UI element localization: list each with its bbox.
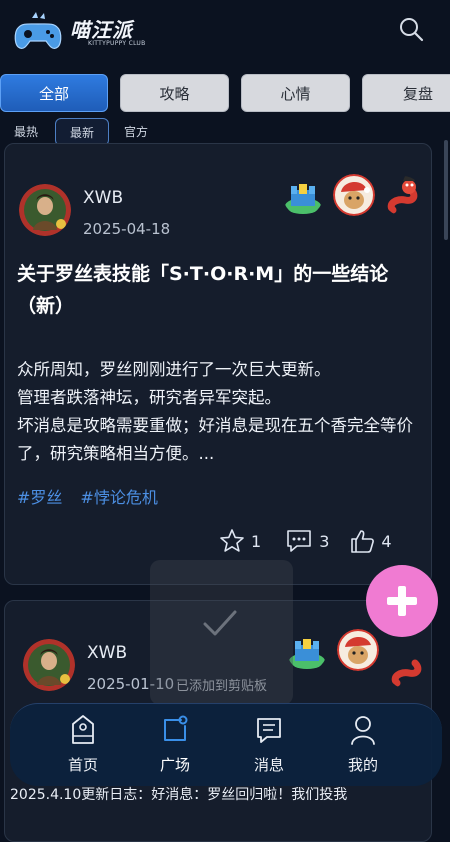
bottom-nav: 首页 广场 消息 我的 xyxy=(10,703,442,786)
castle-badge-icon xyxy=(289,639,325,669)
christmas-puppy-badge-icon xyxy=(337,629,379,671)
nav-home[interactable]: 首页 xyxy=(48,714,118,780)
plus-icon xyxy=(387,586,417,616)
square-icon xyxy=(164,715,188,741)
author-name[interactable]: XWB xyxy=(83,188,123,208)
comment-button[interactable]: 3 xyxy=(285,528,329,554)
nav-home-label: 首页 xyxy=(67,756,98,774)
create-post-button[interactable] xyxy=(366,565,438,637)
comment-count: 3 xyxy=(319,531,330,551)
christmas-puppy-badge-icon xyxy=(333,174,375,216)
post-body-line: 众所周知，罗丝刚刚进行了一次巨大更新。 xyxy=(17,360,331,379)
checkmark-icon xyxy=(203,610,237,636)
tab-strategy[interactable]: 攻略 xyxy=(120,74,229,112)
tab-mood[interactable]: 心情 xyxy=(241,74,350,112)
post-tags: #罗丝 #悖论危机 xyxy=(17,484,158,508)
nav-profile-label: 我的 xyxy=(347,756,378,774)
gamepad-logo-icon xyxy=(14,12,62,50)
snake-badge-icon xyxy=(391,659,422,687)
star-icon xyxy=(220,529,244,552)
search-icon[interactable] xyxy=(398,16,424,42)
profile-icon xyxy=(351,716,375,745)
thumbs-up-icon xyxy=(351,530,375,553)
sort-newest[interactable]: 最新 xyxy=(55,118,109,146)
message-icon xyxy=(257,718,281,743)
tab-all[interactable]: 全部 xyxy=(0,74,108,112)
author-avatar[interactable] xyxy=(19,184,71,236)
logo-title: 喵汪派 xyxy=(70,18,133,42)
castle-badge-icon xyxy=(285,184,321,214)
post-card[interactable]: XWB 2025-04-18 关于罗丝表技能「S·T·O·R·M」的一些结论（新… xyxy=(4,143,432,585)
tag-link[interactable]: #悖论危机 xyxy=(80,484,157,508)
post-body-line: 管理者跌落神坛，研究者异军突起。 xyxy=(17,388,281,407)
author-name[interactable]: XWB xyxy=(87,643,127,663)
app-header: 喵汪派 KITTYPUPPY CLUB xyxy=(0,0,450,66)
author-avatar[interactable] xyxy=(23,639,75,691)
favorite-button[interactable]: 1 xyxy=(219,528,261,554)
sort-hot[interactable]: 最热 xyxy=(8,118,44,144)
like-button[interactable]: 4 xyxy=(349,528,392,554)
tab-review[interactable]: 复盘 xyxy=(362,74,450,112)
avatar-image xyxy=(23,639,75,691)
nav-profile[interactable]: 我的 xyxy=(328,714,398,780)
snake-badge-icon xyxy=(387,176,418,214)
nav-square-label: 广场 xyxy=(159,756,190,774)
comment-icon xyxy=(287,530,311,552)
tag-link[interactable]: #罗丝 xyxy=(17,484,62,508)
post-body[interactable]: 众所周知，罗丝刚刚进行了一次巨大更新。 管理者跌落神坛，研究者异军突起。 坏消息… xyxy=(17,356,429,468)
avatar-image xyxy=(19,184,71,236)
post-actions: 1 3 4 xyxy=(195,528,392,554)
copied-toast: 已添加到剪贴板 xyxy=(150,560,293,705)
logo-subtitle: KITTYPUPPY CLUB xyxy=(88,40,146,47)
sort-official[interactable]: 官方 xyxy=(118,118,154,144)
post-title[interactable]: 关于罗丝表技能「S·T·O·R·M」的一些结论（新） xyxy=(17,258,417,322)
app-logo-text: 喵汪派 KITTYPUPPY CLUB xyxy=(70,14,145,50)
scrollbar[interactable] xyxy=(444,140,448,240)
nav-square[interactable]: 广场 xyxy=(140,714,210,780)
favorite-count: 1 xyxy=(251,531,262,551)
nav-messages-label: 消息 xyxy=(253,756,284,774)
post-date: 2025-04-18 xyxy=(83,220,171,238)
home-icon xyxy=(72,715,94,744)
toast-message: 已添加到剪贴板 xyxy=(175,679,267,694)
post-body-line: 坏消息是攻略需要重做；好消息是现在五个香完全等价了，研究策略相当方便。... xyxy=(17,416,413,463)
like-count: 4 xyxy=(381,531,392,551)
partial-post-text: 2025.4.10更新日志：好消息：罗丝回归啦！我们投我 xyxy=(10,787,348,803)
nav-messages[interactable]: 消息 xyxy=(234,714,304,780)
